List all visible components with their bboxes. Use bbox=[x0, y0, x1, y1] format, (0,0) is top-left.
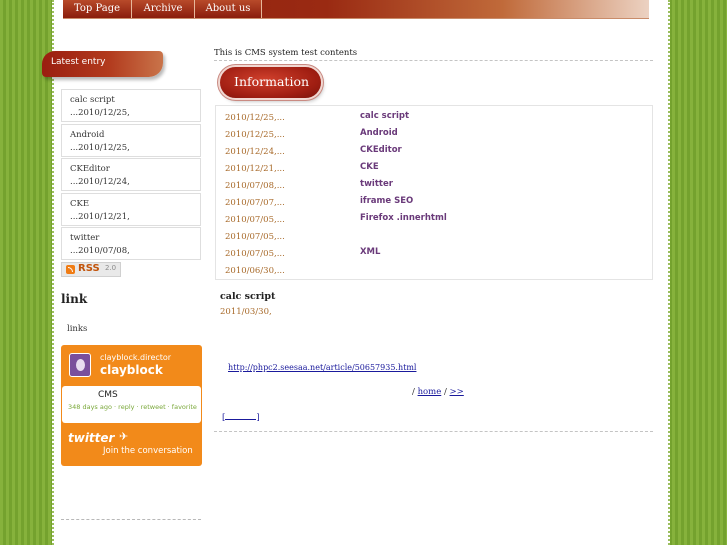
list-item[interactable]: 2010/12/21,... CKE bbox=[216, 159, 652, 176]
sidebar-entry-calc-script[interactable]: calc script ...2010/12/25, bbox=[61, 89, 201, 122]
post-title: calc script bbox=[220, 291, 276, 302]
links-link[interactable]: links bbox=[67, 324, 87, 334]
bracket-close: ] bbox=[256, 413, 260, 423]
pager-separator: / bbox=[412, 387, 415, 397]
list-item[interactable]: 2010/12/24,... CKEditor bbox=[216, 142, 652, 159]
list-item[interactable]: 2010/12/25,... Android bbox=[216, 125, 652, 142]
info-date: 2010/12/25,... bbox=[225, 130, 285, 140]
list-item[interactable]: 2010/12/25,... calc script bbox=[216, 108, 652, 125]
entry-date: ...2010/12/21, bbox=[70, 212, 130, 222]
entry-date: ...2010/12/24, bbox=[70, 177, 130, 187]
post-divider bbox=[214, 431, 653, 432]
twitter-widget: clayblock.director clayblock CMS 348 day… bbox=[61, 345, 202, 466]
rss-label: RSS bbox=[78, 263, 100, 274]
information-label: Information bbox=[234, 74, 310, 89]
info-date: 2010/06/30,... bbox=[225, 266, 285, 276]
list-item[interactable]: 2010/07/08,... twitter bbox=[216, 176, 652, 193]
entry-title[interactable]: CKE bbox=[70, 198, 200, 211]
sidebar-entry-twitter[interactable]: twitter ...2010/07/08, bbox=[61, 227, 201, 260]
info-title[interactable]: Android bbox=[360, 128, 398, 138]
info-date: 2010/07/05,... bbox=[225, 232, 285, 242]
entry-date: ...2010/12/25, bbox=[70, 143, 130, 153]
site-description: This is CMS system test contents bbox=[214, 48, 358, 58]
pager-separator: / bbox=[443, 387, 447, 397]
nav-archive[interactable]: Archive bbox=[132, 0, 195, 18]
info-date: 2010/12/21,... bbox=[225, 164, 285, 174]
info-date: 2010/07/07,... bbox=[225, 198, 285, 208]
info-date: 2010/12/24,... bbox=[225, 147, 285, 157]
entry-title[interactable]: calc script bbox=[70, 94, 200, 107]
list-item[interactable]: 2010/07/07,... iframe SEO bbox=[216, 193, 652, 210]
top-navigation: Top Page Archive About us bbox=[63, 0, 649, 19]
latest-entry-label: Latest entry bbox=[51, 57, 106, 67]
sidebar-divider bbox=[61, 519, 201, 520]
latest-entry-heading: Latest entry bbox=[42, 51, 163, 77]
info-date: 2010/07/08,... bbox=[225, 181, 285, 191]
twitter-name[interactable]: clayblock bbox=[100, 363, 163, 377]
nav-top-page[interactable]: Top Page bbox=[63, 0, 132, 18]
rss-icon bbox=[66, 265, 75, 274]
info-title[interactable]: iframe SEO bbox=[360, 196, 413, 206]
bracket-link[interactable]: [] bbox=[222, 412, 260, 423]
info-title[interactable]: XML bbox=[360, 247, 380, 257]
info-title[interactable]: Firefox .innerhtml bbox=[360, 213, 447, 223]
info-title[interactable]: CKEditor bbox=[360, 145, 402, 155]
list-item[interactable]: 2010/07/05,... XML bbox=[216, 244, 652, 261]
list-item[interactable]: 2010/07/05,... Firefox .innerhtml bbox=[216, 210, 652, 227]
rss-version: 2.0 bbox=[105, 264, 117, 272]
entry-title[interactable]: twitter bbox=[70, 232, 200, 245]
info-date: 2010/12/25,... bbox=[225, 113, 285, 123]
tweet-text: CMS bbox=[98, 390, 118, 400]
link-heading: link bbox=[61, 292, 88, 306]
rss-feed-button[interactable]: RSS 2.0 bbox=[61, 262, 121, 277]
sidebar-entry-android[interactable]: Android ...2010/12/25, bbox=[61, 124, 201, 157]
tweet-actions[interactable]: 348 days ago · reply · retweet · favorit… bbox=[68, 403, 198, 412]
info-title[interactable]: twitter bbox=[360, 179, 393, 189]
pager-home-link[interactable]: home bbox=[418, 387, 442, 397]
info-date: 2010/07/05,... bbox=[225, 215, 285, 225]
list-item[interactable]: 2010/06/30,... bbox=[216, 261, 652, 278]
join-conversation-link[interactable]: Join the conversation bbox=[103, 446, 193, 456]
entry-title[interactable]: CKEditor bbox=[70, 163, 200, 176]
bracket-link-text[interactable] bbox=[225, 412, 257, 420]
twitter-logo[interactable]: twitter bbox=[68, 431, 114, 445]
information-heading: Information bbox=[220, 67, 321, 98]
info-title[interactable]: CKE bbox=[360, 162, 379, 172]
sidebar-entry-cke[interactable]: CKE ...2010/12/21, bbox=[61, 193, 201, 226]
post-date: 2011/03/30, bbox=[220, 307, 272, 317]
info-date: 2010/07/05,... bbox=[225, 249, 285, 259]
twitter-tweet-box: CMS 348 days ago · reply · retweet · fav… bbox=[62, 386, 201, 423]
pager-next-link[interactable]: >> bbox=[450, 387, 464, 397]
entry-date: ...2010/12/25, bbox=[70, 108, 130, 118]
twitter-handle[interactable]: clayblock.director bbox=[100, 353, 171, 362]
sidebar-entry-ckeditor[interactable]: CKEditor ...2010/12/24, bbox=[61, 158, 201, 191]
nav-about-us[interactable]: About us bbox=[195, 0, 262, 18]
list-item[interactable]: 2010/07/05,... bbox=[216, 227, 652, 244]
header-divider bbox=[214, 60, 653, 61]
twitter-avatar[interactable] bbox=[69, 353, 91, 377]
info-title[interactable]: calc script bbox=[360, 111, 409, 121]
entry-title[interactable]: Android bbox=[70, 129, 200, 142]
information-list: 2010/12/25,... calc script 2010/12/25,..… bbox=[215, 105, 653, 280]
post-url-link[interactable]: http://phpc2.seesaa.net/article/50657935… bbox=[228, 363, 416, 372]
twitter-bird-icon: ✈ bbox=[119, 430, 129, 443]
entry-date: ...2010/07/08, bbox=[70, 246, 130, 256]
pager: / home / >> bbox=[412, 387, 464, 397]
